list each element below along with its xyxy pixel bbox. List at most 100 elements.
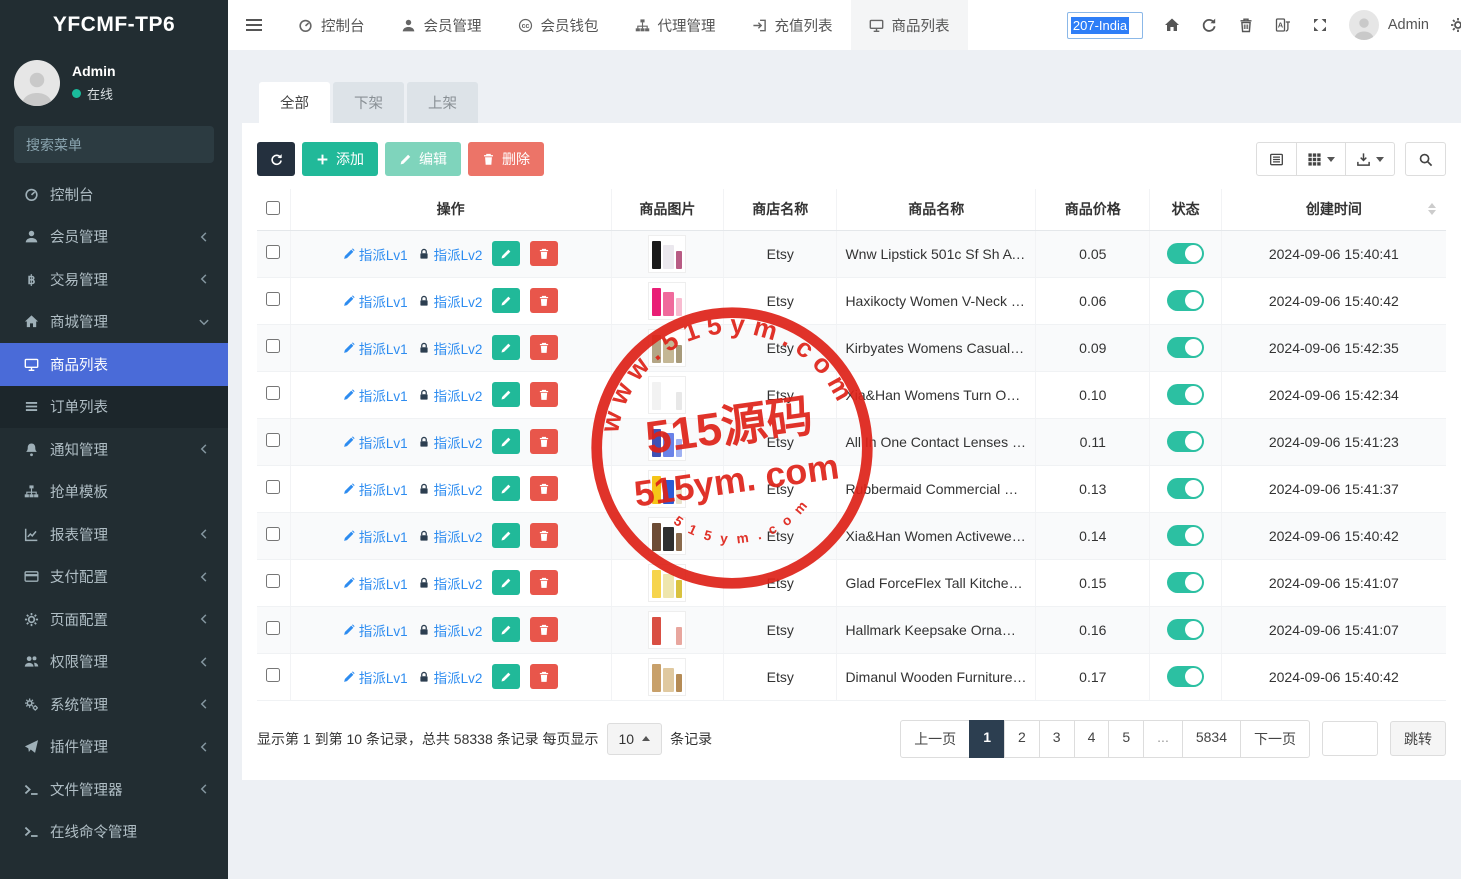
pagination-item[interactable]: 5834 xyxy=(1181,719,1241,758)
jump-button[interactable]: 跳转 xyxy=(1390,721,1446,756)
sidebar-item[interactable]: 权限管理 xyxy=(0,641,228,684)
assign-lv2-link[interactable]: 指派Lv2 xyxy=(418,667,482,687)
filter-tab[interactable]: 全部 xyxy=(259,82,330,123)
tab-search-input[interactable]: 207-India xyxy=(1066,11,1143,39)
refresh-icon[interactable] xyxy=(1201,17,1217,33)
assign-lv1-link[interactable]: 指派Lv1 xyxy=(343,526,408,546)
row-checkbox[interactable] xyxy=(266,245,281,259)
pagination-item[interactable]: 3 xyxy=(1038,719,1075,758)
row-edit-button[interactable] xyxy=(492,570,521,595)
assign-lv2-link[interactable]: 指派Lv2 xyxy=(418,526,482,546)
row-delete-button[interactable] xyxy=(530,335,559,360)
row-delete-button[interactable] xyxy=(530,288,559,313)
add-button[interactable]: 添加 xyxy=(302,142,378,176)
row-delete-button[interactable] xyxy=(530,617,559,642)
sidebar-item[interactable]: 商城管理 xyxy=(0,301,228,344)
status-toggle[interactable] xyxy=(1167,384,1205,405)
hamburger-icon[interactable] xyxy=(228,0,280,50)
sidebar-item[interactable]: 通知管理 xyxy=(0,428,228,471)
row-edit-button[interactable] xyxy=(492,288,521,313)
edit-button[interactable]: 编辑 xyxy=(385,142,461,176)
topnav-tab[interactable]: 代理管理 xyxy=(617,0,734,50)
status-toggle[interactable] xyxy=(1167,337,1205,358)
pagination-item[interactable]: 上一页 xyxy=(900,719,971,758)
assign-lv2-link[interactable]: 指派Lv2 xyxy=(418,620,482,640)
refresh-button[interactable] xyxy=(257,142,295,176)
sidebar-item[interactable]: ฿ 交易管理 xyxy=(0,258,228,301)
row-edit-button[interactable] xyxy=(492,523,521,548)
toggle-view-button[interactable] xyxy=(1256,142,1297,176)
jump-page-input[interactable] xyxy=(1322,721,1378,756)
assign-lv2-link[interactable]: 指派Lv2 xyxy=(418,432,482,452)
row-edit-button[interactable] xyxy=(492,241,521,266)
assign-lv2-link[interactable]: 指派Lv2 xyxy=(418,338,482,358)
header-created[interactable]: 创建时间 xyxy=(1220,189,1446,231)
row-edit-button[interactable] xyxy=(492,476,521,501)
assign-lv2-link[interactable]: 指派Lv2 xyxy=(418,479,482,499)
status-toggle[interactable] xyxy=(1167,243,1205,264)
pagination-item[interactable]: 5 xyxy=(1108,719,1145,758)
topnav-tab[interactable]: 充值列表 xyxy=(734,0,851,50)
sidebar-item[interactable]: 文件管理器 xyxy=(0,768,228,811)
row-edit-button[interactable] xyxy=(492,429,521,454)
row-checkbox[interactable] xyxy=(266,292,281,306)
sidebar-item[interactable]: 报表管理 xyxy=(0,513,228,556)
topnav-tab[interactable]: 会员管理 xyxy=(383,0,500,50)
row-delete-button[interactable] xyxy=(530,241,559,266)
row-edit-button[interactable] xyxy=(492,335,521,360)
sort-icon[interactable] xyxy=(1428,203,1436,216)
filter-tab[interactable]: 上架 xyxy=(407,82,478,123)
row-checkbox[interactable] xyxy=(266,574,281,588)
row-edit-button[interactable] xyxy=(492,664,521,689)
sidebar-search[interactable] xyxy=(14,126,214,163)
translate-icon[interactable]: A xyxy=(1275,17,1291,33)
pagination-item[interactable]: 4 xyxy=(1073,719,1110,758)
row-checkbox[interactable] xyxy=(266,621,281,635)
page-size-select[interactable]: 10 xyxy=(606,722,663,755)
sidebar-item[interactable]: 系统管理 xyxy=(0,683,228,726)
assign-lv1-link[interactable]: 指派Lv1 xyxy=(343,479,408,499)
fullscreen-icon[interactable] xyxy=(1312,17,1328,33)
topnav-tab[interactable]: 控制台 xyxy=(280,0,383,50)
status-toggle[interactable] xyxy=(1167,572,1205,593)
search-toggle-button[interactable] xyxy=(1405,142,1446,176)
topnav-tab[interactable]: cc 会员钱包 xyxy=(500,0,617,50)
sidebar-item[interactable]: 抢单模板 xyxy=(0,471,228,514)
status-toggle[interactable] xyxy=(1167,525,1205,546)
row-edit-button[interactable] xyxy=(492,617,521,642)
assign-lv1-link[interactable]: 指派Lv1 xyxy=(343,667,408,687)
row-edit-button[interactable] xyxy=(492,382,521,407)
pagination-item[interactable]: 1 xyxy=(969,719,1005,758)
row-checkbox[interactable] xyxy=(266,433,281,447)
assign-lv1-link[interactable]: 指派Lv1 xyxy=(343,291,408,311)
assign-lv1-link[interactable]: 指派Lv1 xyxy=(343,338,408,358)
sidebar-item[interactable]: 插件管理 xyxy=(0,726,228,769)
delete-button[interactable]: 删除 xyxy=(468,142,544,176)
row-delete-button[interactable] xyxy=(530,664,559,689)
select-all-checkbox[interactable] xyxy=(266,200,281,215)
status-toggle[interactable] xyxy=(1167,431,1205,452)
assign-lv1-link[interactable]: 指派Lv1 xyxy=(343,432,408,452)
row-delete-button[interactable] xyxy=(530,429,559,454)
assign-lv2-link[interactable]: 指派Lv2 xyxy=(418,573,482,593)
row-checkbox[interactable] xyxy=(266,339,281,353)
filter-tab[interactable]: 下架 xyxy=(333,82,404,123)
assign-lv1-link[interactable]: 指派Lv1 xyxy=(343,620,408,640)
gear-icon[interactable] xyxy=(1450,17,1461,33)
pagination-item[interactable]: 2 xyxy=(1003,719,1040,758)
assign-lv1-link[interactable]: 指派Lv1 xyxy=(343,573,408,593)
assign-lv2-link[interactable]: 指派Lv2 xyxy=(418,244,482,264)
admin-menu[interactable]: Admin xyxy=(1348,10,1429,40)
sidebar-item[interactable]: 页面配置 xyxy=(0,598,228,641)
status-toggle[interactable] xyxy=(1167,619,1205,640)
trash-icon[interactable] xyxy=(1238,17,1254,33)
row-checkbox[interactable] xyxy=(266,527,281,541)
row-checkbox[interactable] xyxy=(266,480,281,494)
assign-lv1-link[interactable]: 指派Lv1 xyxy=(343,244,408,264)
status-toggle[interactable] xyxy=(1167,666,1205,687)
assign-lv1-link[interactable]: 指派Lv1 xyxy=(343,385,408,405)
sidebar-item[interactable]: 会员管理 xyxy=(0,216,228,259)
row-delete-button[interactable] xyxy=(530,570,559,595)
pagination-item[interactable]: 下一页 xyxy=(1240,719,1310,758)
assign-lv2-link[interactable]: 指派Lv2 xyxy=(418,385,482,405)
